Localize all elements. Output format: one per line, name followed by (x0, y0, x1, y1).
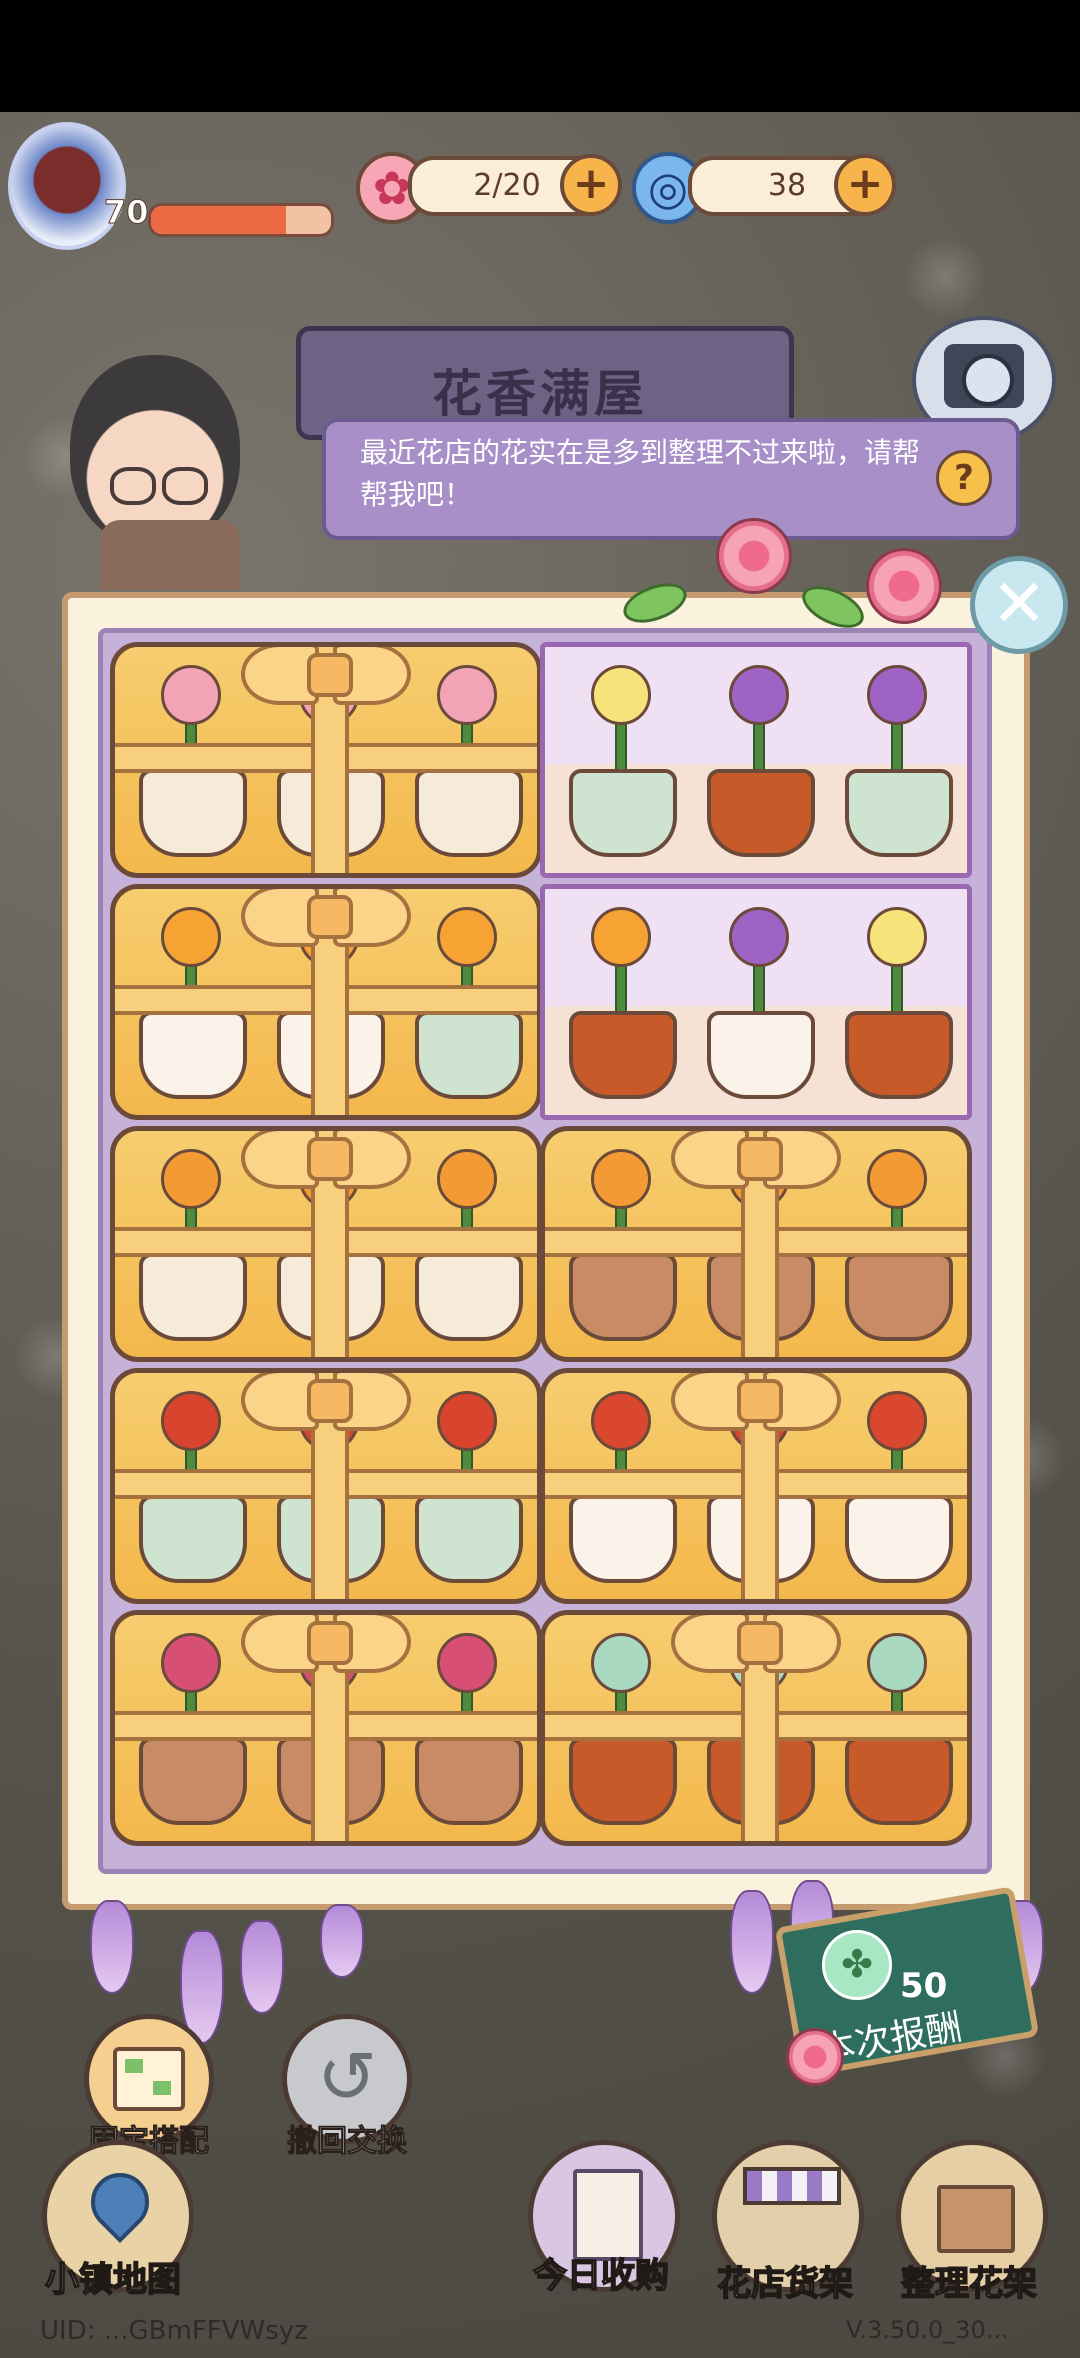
shopkeeper-character (70, 355, 240, 545)
wrapped-shelf-cell[interactable] (540, 1610, 972, 1846)
ribbon-bow (241, 1373, 411, 1431)
ribbon-bow (241, 1615, 411, 1673)
level-number: 70 (104, 193, 150, 232)
cat-pot (845, 1495, 953, 1583)
status-bar (0, 0, 1080, 112)
wrapped-shelf-cell[interactable] (110, 642, 542, 878)
ribbon-bow (671, 1373, 841, 1431)
clover-coin-icon: ✤ (822, 1930, 892, 2000)
wrapped-shelf-cell[interactable] (110, 884, 542, 1120)
celadon-pot (139, 1495, 247, 1583)
clay-bag-pot (415, 769, 523, 857)
bird-of-paradise-flower (437, 907, 497, 967)
flower-shelf-icon (937, 2185, 1015, 2253)
kalanchoe-flower (591, 1149, 651, 1209)
hyacinth-flower (867, 665, 927, 725)
town-map-label: 小镇地图 (44, 2259, 182, 2301)
owl-pot (845, 1737, 953, 1825)
shop-awning-icon (743, 2167, 841, 2205)
open-shelf-cell[interactable] (540, 884, 972, 1120)
owl-pot (569, 1737, 677, 1825)
kalanchoe-flower (437, 1149, 497, 1209)
daffodil-flower (591, 665, 651, 725)
wrapped-shelf-cell[interactable] (110, 1368, 542, 1604)
user-id-text: UID: ...GBmFFVWsyz (40, 2316, 308, 2346)
undo-swap-label: 撤回交换 (287, 2124, 408, 2160)
cat-pot (707, 1011, 815, 1099)
add-flowers-button[interactable]: + (560, 154, 622, 216)
owl-pot (569, 1011, 677, 1099)
kalanchoe-flower (867, 1149, 927, 1209)
version-text: V.3.50.0_30... (846, 2316, 1009, 2344)
clay-bag-pot (139, 769, 247, 857)
wrapped-shelf-cell[interactable] (110, 1610, 542, 1846)
terracotta-pot (845, 1253, 953, 1341)
hyacinth-flower (729, 665, 789, 725)
red-berry-flower (161, 1391, 221, 1451)
ribbon-bow (241, 1131, 411, 1189)
wrapped-shelf-cell[interactable] (540, 1126, 972, 1362)
ribbon-bow (671, 1615, 841, 1673)
bird-of-paradise-flower (161, 907, 221, 967)
map-pin-icon (78, 2160, 162, 2244)
terracotta-pot (415, 1737, 523, 1825)
celadon-pot (845, 769, 953, 857)
open-shelf-cell[interactable] (540, 642, 972, 878)
help-icon[interactable]: ? (936, 450, 992, 506)
carnation-flower (437, 665, 497, 725)
rose-decoration (786, 2028, 844, 2086)
rose-decoration (716, 518, 792, 594)
shopkeeper-body (100, 520, 240, 590)
bromeliad-flower (867, 1391, 927, 1451)
shop-shelf-label: 花店货架 (716, 2263, 854, 2305)
terracotta-pot (139, 1737, 247, 1825)
add-gems-button[interactable]: + (834, 154, 896, 216)
daily-purchase-label: 今日收购 (532, 2255, 670, 2297)
undo-icon: ↺ (316, 2035, 378, 2119)
wrapped-shelf-cell[interactable] (110, 1126, 542, 1362)
celadon-pot (415, 1495, 523, 1583)
succulent-flower (867, 1633, 927, 1693)
kalanchoe-flower (161, 1149, 221, 1209)
level-progress-bar (148, 203, 334, 237)
carnation-flower (161, 665, 221, 725)
red-berry-flower (437, 1391, 497, 1451)
bromeliad-flower (591, 1391, 651, 1451)
cat-pot (139, 1011, 247, 1099)
owl-pot (845, 1011, 953, 1099)
ribbon-bow (241, 889, 411, 947)
terracotta-pot (569, 1253, 677, 1341)
ribbon-bow (671, 1131, 841, 1189)
page-title: 花香满屋 (432, 365, 648, 423)
level-progress-fill (151, 206, 286, 234)
bird-of-paradise-flower (591, 907, 651, 967)
calla-lily-flower (161, 1633, 221, 1693)
clay-bag-pot (415, 1253, 523, 1341)
celadon-pot (415, 1011, 523, 1099)
daffodil-flower (867, 907, 927, 967)
owl-pot (707, 769, 815, 857)
succulent-flower (591, 1633, 651, 1693)
dialog-text: 最近花店的花实在是多到整理不过来啦，请帮帮我吧！ (360, 436, 921, 511)
hyacinth-flower (729, 907, 789, 967)
grid-icon (113, 2047, 185, 2111)
ribbon-bow (241, 647, 411, 705)
calla-lily-flower (437, 1633, 497, 1693)
close-button[interactable]: ✕ (970, 556, 1068, 654)
celadon-pot (569, 769, 677, 857)
cat-pot (569, 1495, 677, 1583)
organize-shelf-label: 整理花架 (900, 2263, 1038, 2305)
clay-bag-pot (139, 1253, 247, 1341)
wrapped-shelf-cell[interactable] (540, 1368, 972, 1604)
rose-decoration (866, 548, 942, 624)
